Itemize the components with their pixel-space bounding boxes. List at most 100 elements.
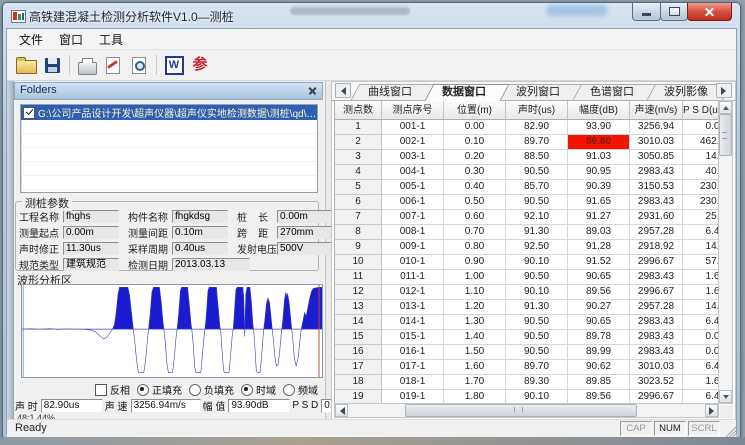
menu-item-0[interactable]: 文件 [11, 29, 51, 50]
file-checkbox[interactable] [23, 107, 35, 119]
table-cell[interactable]: 1.40 [444, 330, 506, 345]
menu-item-2[interactable]: 工具 [91, 29, 131, 50]
table-cell[interactable]: 91.30 [506, 225, 568, 240]
table-row[interactable]: 2002-10.1089.7086.803010.03462.4 [335, 135, 718, 150]
row-number-cell[interactable]: 11 [335, 270, 382, 285]
table-cell[interactable]: 2983.43 [630, 165, 683, 180]
column-header[interactable]: 测点数 [335, 101, 382, 120]
report-button[interactable] [100, 52, 126, 78]
table-cell[interactable]: 89.85 [568, 375, 630, 390]
row-number-cell[interactable]: 12 [335, 285, 382, 300]
row-number-cell[interactable]: 13 [335, 300, 382, 315]
table-cell[interactable]: 90.50 [506, 315, 568, 330]
table-cell[interactable]: 002-1 [382, 135, 444, 150]
table-cell[interactable]: 2931.60 [630, 210, 683, 225]
menu-item-1[interactable]: 窗口 [51, 29, 91, 50]
table-cell[interactable]: 0.00 [683, 120, 719, 135]
table-cell[interactable]: 013-1 [382, 300, 444, 315]
table-cell[interactable]: 1.70 [444, 375, 506, 390]
preview-button[interactable] [126, 52, 152, 78]
table-cell[interactable]: 3256.94 [630, 120, 683, 135]
table-cell[interactable]: 003-1 [382, 150, 444, 165]
table-cell[interactable]: 2983.43 [630, 345, 683, 360]
close-button[interactable] [687, 3, 732, 21]
tab-波列窗口[interactable]: 波列窗口 [501, 84, 575, 100]
table-cell[interactable]: 019-1 [382, 390, 444, 404]
horizontal-scroll-thumb[interactable] [405, 404, 637, 417]
table-row[interactable]: 5005-10.4085.7090.393150.53230.4 [335, 180, 718, 195]
table-cell[interactable]: 90.65 [568, 315, 630, 330]
table-cell[interactable]: 91.52 [568, 255, 630, 270]
row-number-cell[interactable]: 15 [335, 330, 382, 345]
table-row[interactable]: 7007-10.6092.1091.272931.6025.6 [335, 210, 718, 225]
table-cell[interactable]: 0.60 [444, 210, 506, 225]
table-cell[interactable]: 0.80 [444, 240, 506, 255]
table-cell[interactable]: 2983.43 [630, 270, 683, 285]
table-cell[interactable]: 91.28 [568, 240, 630, 255]
table-cell[interactable]: 0.20 [444, 150, 506, 165]
table-cell[interactable]: 1.80 [444, 390, 506, 404]
table-cell[interactable]: 462.4 [683, 135, 719, 150]
table-row[interactable]: 1001-10.0082.9093.903256.940.00 [335, 120, 718, 135]
table-cell[interactable]: 230.4 [683, 180, 719, 195]
row-number-cell[interactable]: 8 [335, 225, 382, 240]
table-cell[interactable]: 016-1 [382, 345, 444, 360]
param-button[interactable]: 参 [187, 52, 213, 78]
table-cell[interactable]: 2996.67 [630, 255, 683, 270]
table-row[interactable]: 14014-11.3090.5090.652983.436.40 [335, 315, 718, 330]
title-bar[interactable]: 高铁建混凝土检测分析软件V1.0—测桩 [3, 3, 740, 28]
fill-mode-radio-1[interactable] [189, 384, 201, 396]
table-cell[interactable]: 2957.28 [630, 300, 683, 315]
table-cell[interactable]: 89.78 [568, 330, 630, 345]
file-list[interactable]: G:\公司产品设计开发\超声仪器\超声仪实地检测数据\测桩\qd\qd03\qd… [20, 104, 318, 193]
scroll-right-button[interactable] [705, 404, 718, 417]
column-header[interactable]: 位置(m) [444, 101, 506, 120]
table-cell[interactable]: 89.30 [506, 375, 568, 390]
table-cell[interactable]: 007-1 [382, 210, 444, 225]
row-number-cell[interactable]: 1 [335, 120, 382, 135]
readout-value[interactable]: 93.90dB [228, 399, 290, 413]
table-cell[interactable]: 82.90 [506, 120, 568, 135]
folders-panel-header[interactable]: Folders [14, 82, 323, 100]
print-button[interactable] [74, 52, 100, 78]
table-cell[interactable]: 1.20 [444, 300, 506, 315]
row-number-cell[interactable]: 19 [335, 390, 382, 404]
readout-value[interactable]: 82.90us [41, 399, 103, 413]
table-cell[interactable]: 2996.67 [630, 285, 683, 300]
table-cell[interactable]: 3050.85 [630, 150, 683, 165]
table-cell[interactable]: 89.70 [506, 135, 568, 150]
tab-scroll-right-button[interactable] [716, 83, 732, 98]
scroll-down-button[interactable] [719, 390, 732, 403]
table-row[interactable]: 6006-10.5090.5091.652983.43230.4 [335, 195, 718, 210]
column-header[interactable]: 测点序号 [382, 101, 444, 120]
table-cell[interactable]: 91.03 [568, 150, 630, 165]
table-cell[interactable]: 1.60 [444, 360, 506, 375]
table-cell[interactable]: 14.4 [683, 150, 719, 165]
table-cell[interactable]: 004-1 [382, 165, 444, 180]
table-cell[interactable]: 88.50 [506, 150, 568, 165]
table-cell[interactable]: 006-1 [382, 195, 444, 210]
table-cell[interactable]: 1.30 [444, 315, 506, 330]
table-cell[interactable]: 0.70 [444, 225, 506, 240]
table-row[interactable]: 19019-11.8090.1089.562996.676.40 [335, 390, 718, 404]
table-cell[interactable]: 90.27 [568, 300, 630, 315]
row-number-cell[interactable]: 9 [335, 240, 382, 255]
table-cell[interactable]: 3010.03 [630, 360, 683, 375]
table-cell[interactable]: 14.4 [683, 300, 719, 315]
maximize-button[interactable] [660, 3, 688, 21]
scroll-left-button[interactable] [335, 404, 348, 417]
table-cell[interactable]: 90.62 [568, 360, 630, 375]
table-row[interactable]: 18018-11.7089.3089.853023.521.60 [335, 375, 718, 390]
row-number-cell[interactable]: 10 [335, 255, 382, 270]
horizontal-scrollbar[interactable] [334, 403, 719, 418]
domain-mode-radio-1[interactable] [283, 384, 295, 396]
column-header[interactable]: P S D(us^ [683, 101, 719, 120]
row-number-cell[interactable]: 5 [335, 180, 382, 195]
table-cell[interactable]: 57.6 [683, 255, 719, 270]
table-cell[interactable]: 90.50 [506, 195, 568, 210]
table-cell[interactable]: 40.0 [683, 165, 719, 180]
table-cell[interactable]: 1.00 [444, 270, 506, 285]
table-row[interactable]: 11011-11.0090.5090.652983.431.60 [335, 270, 718, 285]
table-cell[interactable]: 89.70 [506, 360, 568, 375]
word-button[interactable]: W [161, 52, 187, 78]
